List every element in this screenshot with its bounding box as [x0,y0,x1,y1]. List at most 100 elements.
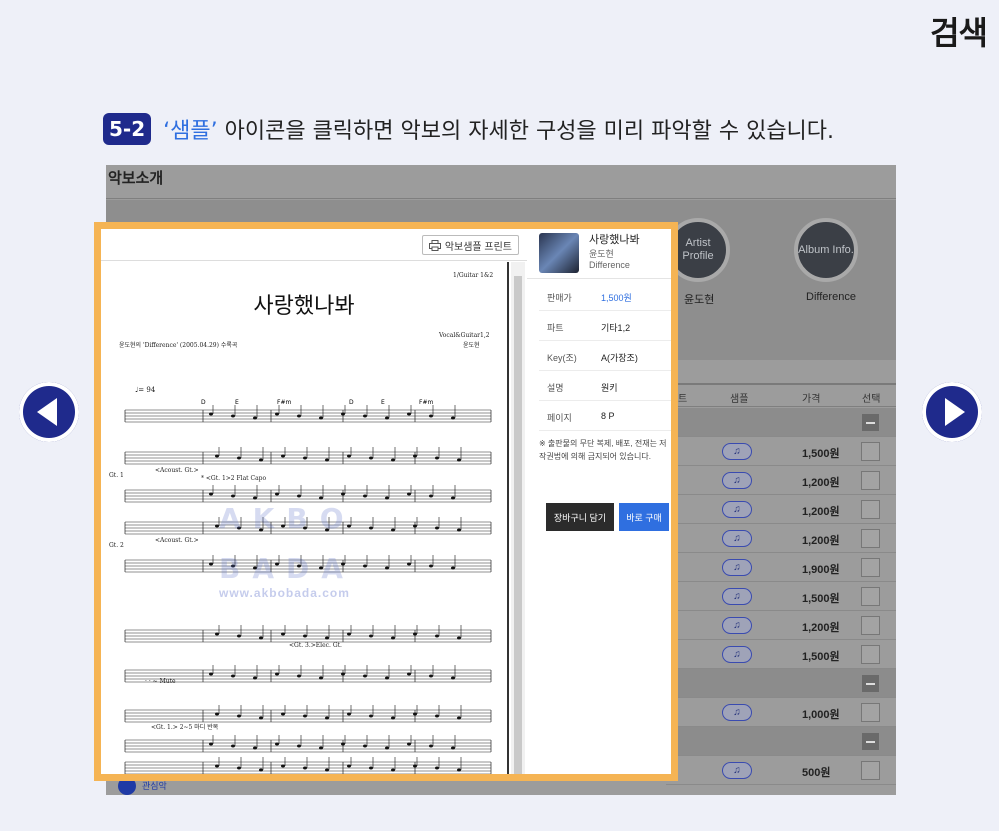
row-price: 1,500원 [802,448,840,460]
album-thumbnail [539,233,579,273]
sample-score-icon[interactable]: ♫ [722,501,752,518]
row-price: 1,500원 [802,651,840,663]
table-row: ♫ 1,900원 [666,553,896,582]
info-album: Difference [589,260,630,270]
collapse-icon[interactable] [862,733,879,750]
row-price: 1,200원 [802,506,840,518]
row-price: 500원 [802,767,831,779]
add-to-cart-button[interactable]: 장바구니 담기 [546,503,614,531]
select-checkbox[interactable] [861,558,880,577]
sample-score-icon[interactable]: ♫ [722,588,752,605]
divider [106,198,896,199]
table-section-row [666,669,896,698]
sample-score-icon[interactable]: ♫ [722,617,752,634]
row-price: 1,200원 [802,535,840,547]
info-artist: 윤도현 [589,249,614,259]
album-info-button[interactable]: Album Info. [794,218,858,282]
collapse-icon[interactable] [862,675,879,692]
select-checkbox[interactable] [861,645,880,664]
next-arrow-button[interactable] [922,382,982,442]
sample-score-icon[interactable]: ♫ [722,762,752,779]
info-value: 1,500원 [601,293,632,303]
sample-score-icon[interactable]: ♫ [722,472,752,489]
watermark-bada: BADA [219,552,355,585]
table-row: ♫ 1,200원 [666,524,896,553]
sheet-scrollbar[interactable] [511,262,525,774]
chord-label: F#m [419,399,433,406]
print-sample-label: 악보샘플 프린트 [444,241,512,253]
step-badge: 5-2 [103,113,152,145]
table-row: ♫ 1,200원 [666,495,896,524]
select-checkbox[interactable] [861,500,880,519]
row-price: 1,200원 [802,622,840,634]
table-row: ♫ 500원 [666,756,896,785]
row-price: 1,000원 [802,709,840,721]
info-value: A(가장조) [601,353,638,363]
select-checkbox[interactable] [861,442,880,461]
step-instruction: 5-2 ‘샘플’ 아이콘을 클릭하면 악보의 자세한 구성을 미리 파악할 수 … [103,113,834,145]
select-checkbox[interactable] [861,761,880,780]
table-header: 트 샘플 가격 선택 [666,383,896,407]
staff [124,625,492,643]
col-sample: 샘플 [730,394,749,405]
watermark-url: www.akbobada.com [219,586,350,600]
copyright-note: ※ 출판물의 무단 복제, 배포, 전재는 저작권법에 의해 금지되어 있습니다… [539,439,667,461]
info-key: Key(조) [547,353,577,363]
chord-label: D [349,399,354,406]
info-row: 설명 원키 [539,371,671,401]
collapse-icon[interactable] [862,414,879,431]
info-row: 페이지 8 P [539,401,671,431]
scrollbar-thumb[interactable] [514,276,522,774]
table-row: ♫ 1,000원 [666,698,896,727]
row-price: 1,200원 [802,477,840,489]
prev-arrow-button[interactable] [19,382,79,442]
info-value: 8 P [601,411,615,421]
select-checkbox[interactable] [861,703,880,722]
printer-icon [428,239,441,251]
select-checkbox[interactable] [861,616,880,635]
page-heading: 악보소개 [108,170,164,187]
info-value: 기타1,2 [601,323,631,333]
chord-label: D [201,399,206,406]
select-checkbox[interactable] [861,587,880,606]
chord-label: F#m [277,399,291,406]
info-key: 판매가 [547,293,572,303]
arrow-right-icon [944,398,965,426]
staff [124,447,492,465]
sample-score-icon[interactable]: ♫ [722,559,752,576]
table-section-row [666,727,896,756]
sample-score-icon[interactable]: ♫ [722,530,752,547]
info-header: 사랑했나봐 윤도현 Difference [527,229,671,279]
song-info-panel: 사랑했나봐 윤도현 Difference 판매가 1,500원파트 기타1,2 Key… [527,229,671,774]
info-row: 판매가 1,500원 [539,281,671,311]
chord-label: E [235,399,239,406]
info-key: 파트 [547,323,564,333]
sample-preview-modal: 악보샘플 프린트 1/Guitar 1&2 사랑했나봐 윤도현의 'Differ… [94,222,678,781]
table-row: ♫ 1,500원 [666,437,896,466]
sample-score-icon[interactable]: ♫ [722,646,752,663]
row-price: 1,900원 [802,564,840,576]
buy-now-button[interactable]: 바로 구매 [619,503,669,531]
step-text: ‘샘플’ 아이콘을 클릭하면 악보의 자세한 구성을 미리 파악할 수 있습니다… [163,113,834,145]
select-checkbox[interactable] [861,529,880,548]
select-checkbox[interactable] [861,471,880,490]
table-row: ♫ 1,500원 [666,640,896,669]
preview-toolbar: 악보샘플 프린트 [101,229,527,261]
album-name: Difference [806,291,856,303]
sample-score-icon[interactable]: ♫ [722,443,752,460]
watermark-akbo: AKBO [219,502,356,535]
row-price: 1,500원 [802,593,840,605]
arrow-left-icon [36,398,57,426]
print-sample-button[interactable]: 악보샘플 프린트 [421,235,519,255]
info-key: 설명 [547,383,564,393]
table-row: ♫ 1,200원 [666,466,896,495]
staff [124,485,492,503]
info-value: 원키 [601,383,618,393]
sheet-music-preview: 1/Guitar 1&2 사랑했나봐 윤도현의 'Difference' (20… [101,262,509,774]
step-highlight: ‘샘플’ [163,119,218,144]
table-row: ♫ 1,200원 [666,611,896,640]
page-corner-title: 검색 [930,14,988,52]
sample-score-icon[interactable]: ♫ [722,704,752,721]
staff [124,705,492,723]
staff [124,405,492,423]
